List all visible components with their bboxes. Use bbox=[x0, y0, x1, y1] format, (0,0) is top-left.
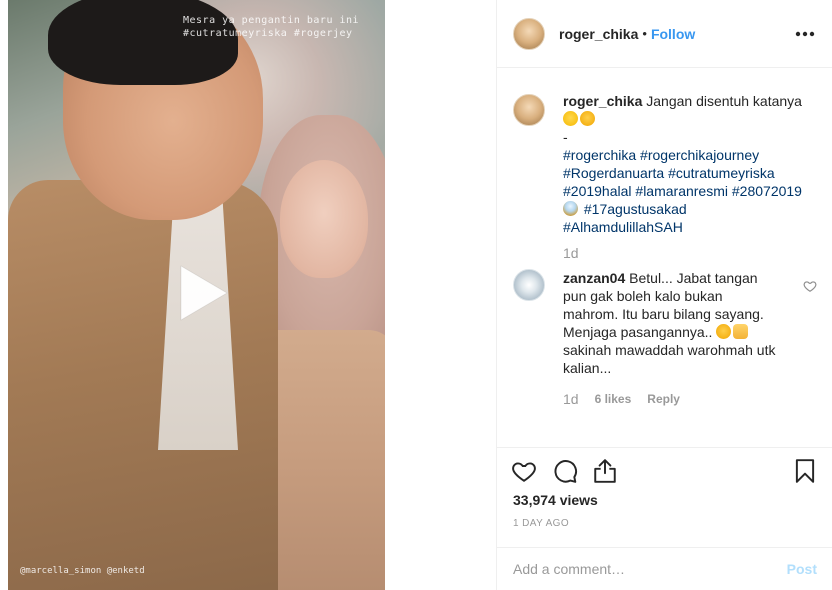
hashtag-link[interactable]: #rogerchikajourney bbox=[640, 147, 759, 163]
comment-text-line: Menjaga pasangannya.. bbox=[563, 324, 713, 340]
hashtag-link[interactable]: #lamaranresmi bbox=[635, 183, 728, 199]
views-count[interactable]: 33,974 views bbox=[513, 492, 598, 508]
bookmark-icon[interactable] bbox=[792, 458, 818, 484]
comment-text-line: pun gak boleh kalo bukan bbox=[563, 288, 723, 304]
post-panel: roger_chika • Follow roger_chika Jangan … bbox=[496, 0, 832, 590]
post-timestamp[interactable]: 1 DAY AGO bbox=[513, 518, 569, 529]
caption-avatar[interactable] bbox=[513, 94, 545, 126]
comment-input[interactable] bbox=[513, 561, 787, 577]
caption-meta: 1d bbox=[563, 245, 813, 261]
hashtag-link[interactable]: #Rogerdanuarta bbox=[563, 165, 664, 181]
post-button[interactable]: Post bbox=[787, 561, 817, 577]
comments-list[interactable]: roger_chika Jangan disentuh katanya - #r… bbox=[497, 69, 832, 447]
share-icon[interactable] bbox=[592, 458, 618, 484]
caption-body: roger_chika Jangan disentuh katanya - #r… bbox=[563, 92, 813, 236]
groom-hair bbox=[48, 0, 238, 85]
hashtag-link[interactable]: #17agustusakad bbox=[584, 201, 687, 217]
more-options-icon[interactable] bbox=[793, 22, 817, 46]
heart-icon[interactable] bbox=[511, 458, 537, 484]
video-credit-text: @marcella_simon @enketd bbox=[20, 566, 145, 576]
comment-likes[interactable]: 6 likes bbox=[595, 392, 632, 406]
hashtag-link[interactable]: #rogerchika bbox=[563, 147, 636, 163]
follow-button[interactable]: Follow bbox=[651, 26, 695, 42]
comment-text-line: mahrom. Itu baru bilang sayang. bbox=[563, 306, 764, 322]
hashtag-link[interactable]: #AlhamdulillahSAH bbox=[563, 219, 683, 235]
hashtag-link[interactable]: #2019halal bbox=[563, 183, 632, 199]
bride-face bbox=[280, 160, 368, 278]
comment-text-line: Betul... Jabat tangan bbox=[629, 270, 758, 286]
play-icon[interactable] bbox=[169, 262, 231, 324]
hashtag-link[interactable]: #28072019 bbox=[732, 183, 802, 199]
comment-meta: 1d 6 likes Reply bbox=[563, 391, 783, 407]
overlay-line-1: Mesra ya pengantin baru ini bbox=[183, 15, 360, 26]
laughing-emoji-icon bbox=[563, 111, 578, 126]
overlay-line-2: #cutratumeyriska #rogerjey bbox=[183, 28, 353, 39]
post-actions: 33,974 views 1 DAY AGO bbox=[497, 447, 832, 547]
star-struck-emoji-icon bbox=[716, 324, 732, 339]
thumbs-up-emoji-icon bbox=[733, 324, 749, 339]
caption-text: Jangan disentuh katanya bbox=[646, 93, 802, 109]
hashtag-link[interactable]: #cutratumeyriska bbox=[668, 165, 775, 181]
caption: roger_chika Jangan disentuh katanya - #r… bbox=[513, 92, 817, 261]
post-header: roger_chika • Follow bbox=[497, 0, 832, 68]
star-struck-emoji-icon bbox=[580, 111, 595, 126]
comment-text-line: sakinah mawaddah warohmah utk bbox=[563, 342, 776, 358]
comment-username[interactable]: zanzan04 bbox=[563, 270, 625, 286]
post-username[interactable]: roger_chika bbox=[559, 26, 638, 42]
header-separator: • bbox=[642, 26, 647, 41]
reply-button[interactable]: Reply bbox=[647, 392, 680, 406]
comment-icon[interactable] bbox=[552, 458, 578, 484]
add-comment-bar: Post bbox=[497, 547, 832, 590]
comment-body: zanzan04 Betul... Jabat tangan pun gak b… bbox=[563, 269, 783, 377]
caption-time[interactable]: 1d bbox=[563, 245, 579, 261]
ring-emoji-icon bbox=[563, 201, 578, 216]
avatar[interactable] bbox=[513, 17, 545, 50]
comment-item: zanzan04 Betul... Jabat tangan pun gak b… bbox=[513, 269, 817, 407]
post-media: Mesra ya pengantin baru ini #cutratumeyr… bbox=[0, 0, 496, 590]
caption-dash: - bbox=[563, 129, 568, 145]
comment-time[interactable]: 1d bbox=[563, 391, 579, 407]
caption-username[interactable]: roger_chika bbox=[563, 93, 642, 109]
video-overlay-text: Mesra ya pengantin baru ini #cutratumeyr… bbox=[183, 14, 383, 40]
comment-text-line: kalian... bbox=[563, 360, 612, 376]
avatar[interactable] bbox=[513, 269, 545, 301]
groom-suit bbox=[8, 180, 278, 590]
heart-small-icon[interactable] bbox=[803, 279, 817, 293]
